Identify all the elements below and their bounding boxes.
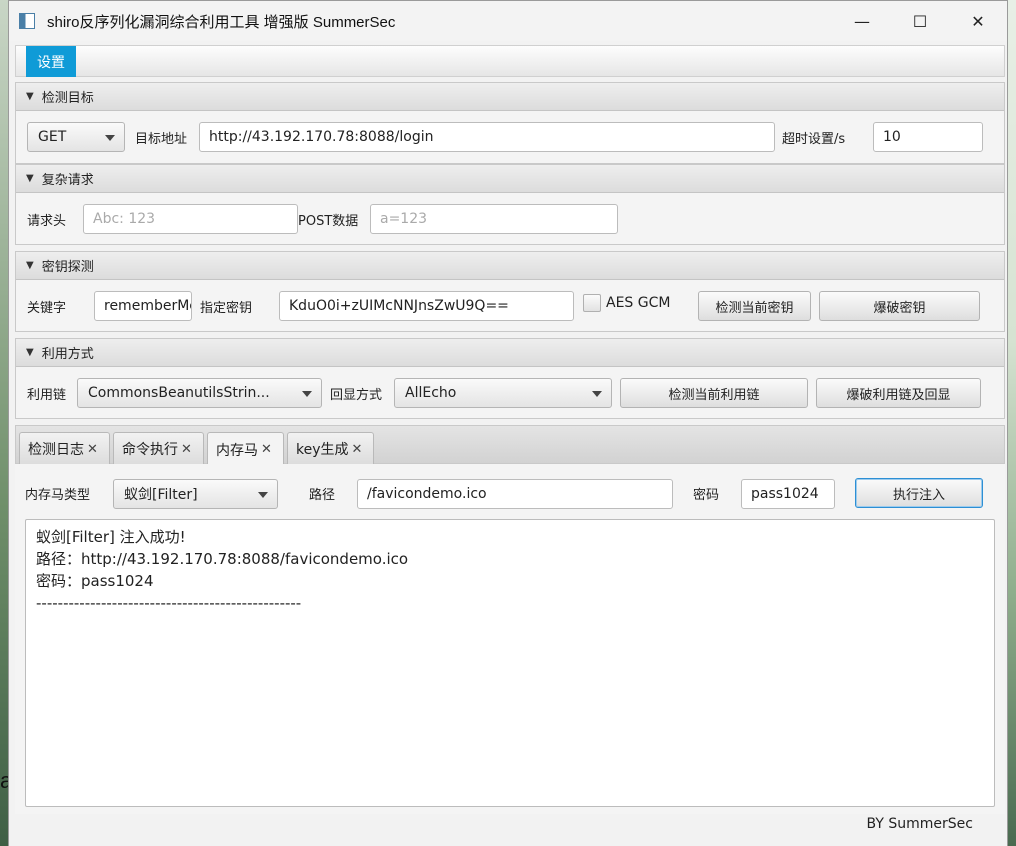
check-chain-button[interactable]: 检测当前利用链 [620,378,808,408]
timeout-label: 超时设置/s [782,132,846,147]
memshell-type-select[interactable]: 蚁剑[Filter] [113,479,278,509]
brute-key-button[interactable]: 爆破密钥 [819,291,980,321]
log-line: 路径：http://43.192.170.78:8088/favicondemo… [36,550,409,568]
tab-label: key生成 [296,442,349,458]
collapse-arrow-icon: ▼ [26,347,34,358]
chevron-down-icon [258,492,268,498]
aes-gcm-label: AES GCM [606,295,671,311]
inject-button[interactable]: 执行注入 [855,478,983,508]
chevron-down-icon [105,135,115,141]
collapse-arrow-icon: ▼ [26,173,34,184]
log-line: ----------------------------------------… [36,594,302,612]
close-tab-icon[interactable]: ✕ [87,442,98,457]
close-tab-icon[interactable]: ✕ [261,442,272,457]
exploit-pane-header[interactable]: ▼ 利用方式 [16,339,1004,367]
chain-label: 利用链 [27,388,67,403]
memshell-type-value: 蚁剑[Filter] [124,487,198,503]
collapse-arrow-icon: ▼ [26,91,34,102]
aes-gcm-checkbox[interactable] [583,294,601,312]
memshell-type-label: 内存马类型 [25,488,91,503]
chain-value: CommonsBeanutilsStrin... [88,385,270,401]
key-label: 指定密钥 [200,301,253,316]
app-window: shiro反序列化漏洞综合利用工具 增强版 SummerSec — ☐ ✕ 设置… [8,0,1008,846]
title-bar: shiro反序列化漏洞综合利用工具 增强版 SummerSec — ☐ ✕ [9,1,1007,41]
password-input[interactable]: pass1024 [741,479,835,509]
log-line: 蚁剑[Filter] 注入成功! [36,528,186,546]
key-pane-header[interactable]: ▼ 密钥探测 [16,252,1004,280]
tab-detect-log[interactable]: 检测日志 ✕ [19,432,110,465]
echo-select[interactable]: AllEcho [394,378,612,408]
close-tab-icon[interactable]: ✕ [352,442,363,457]
menu-bar: 设置 [15,45,1005,77]
chevron-down-icon [302,391,312,397]
memshell-panel: 内存马类型 蚁剑[Filter] 路径 /favicondemo.ico 密码 … [15,464,1005,814]
target-pane: ▼ 检测目标 GET 目标地址 http://43.192.170.78:808… [15,82,1005,164]
timeout-input[interactable]: 10 [873,122,983,152]
tab-command-exec[interactable]: 命令执行 ✕ [113,432,204,465]
tab-label: 检测日志 [28,442,84,458]
chain-select[interactable]: CommonsBeanutilsStrin... [77,378,322,408]
chevron-down-icon [592,391,602,397]
key-input[interactable]: KduO0i+zUIMcNNJnsZwU9Q== [279,291,574,321]
menu-settings[interactable]: 设置 [26,46,76,77]
path-input[interactable]: /favicondemo.ico [357,479,673,509]
minimize-icon[interactable]: — [833,1,891,41]
tab-label: 内存马 [216,442,258,459]
post-input[interactable]: a=123 [370,204,618,234]
target-pane-header[interactable]: ▼ 检测目标 [16,83,1004,111]
tab-key-gen[interactable]: key生成 ✕ [287,432,374,465]
check-key-button[interactable]: 检测当前密钥 [698,291,811,321]
close-icon[interactable]: ✕ [949,1,1007,41]
path-label: 路径 [309,488,336,503]
url-input[interactable]: http://43.192.170.78:8088/login [199,122,775,152]
echo-value: AllEcho [405,385,457,401]
method-value: GET [38,129,67,145]
log-line: 密码：pass1024 [36,572,154,590]
post-label: POST数据 [298,214,359,229]
echo-label: 回显方式 [330,388,383,403]
maximize-icon[interactable]: ☐ [891,1,949,41]
tab-strip: 检测日志 ✕ 命令执行 ✕ 内存马 ✕ key生成 ✕ [15,425,1005,466]
keyword-label: 关键字 [27,301,67,316]
complex-pane-header[interactable]: ▼ 复杂请求 [16,165,1004,193]
tab-memshell[interactable]: 内存马 ✕ [207,432,284,466]
headers-input[interactable]: Abc: 123 [83,204,298,234]
tab-label: 命令执行 [122,442,178,458]
complex-pane: ▼ 复杂请求 请求头 Abc: 123 POST数据 a=123 [15,164,1005,245]
close-tab-icon[interactable]: ✕ [181,442,192,457]
complex-pane-title: 复杂请求 [41,173,94,188]
keyword-input[interactable]: rememberMe [94,291,192,321]
footer-credit: BY SummerSec [866,816,973,832]
target-pane-title: 检测目标 [41,91,94,106]
app-icon [19,13,35,29]
key-pane: ▼ 密钥探测 关键字 rememberMe 指定密钥 KduO0i+zUIMcN… [15,251,1005,332]
collapse-arrow-icon: ▼ [26,260,34,271]
window-controls: — ☐ ✕ [833,1,1007,41]
exploit-pane-title: 利用方式 [41,347,94,362]
password-label: 密码 [693,488,720,503]
url-label: 目标地址 [135,132,188,147]
key-pane-title: 密钥探测 [41,260,94,275]
exploit-pane: ▼ 利用方式 利用链 CommonsBeanutilsStrin... 回显方式… [15,338,1005,419]
brute-chain-button[interactable]: 爆破利用链及回显 [816,378,981,408]
headers-label: 请求头 [27,214,67,229]
window-title: shiro反序列化漏洞综合利用工具 增强版 SummerSec [47,13,396,31]
output-log[interactable]: 蚁剑[Filter] 注入成功! 路径：http://43.192.170.78… [25,519,995,807]
method-select[interactable]: GET [27,122,125,152]
